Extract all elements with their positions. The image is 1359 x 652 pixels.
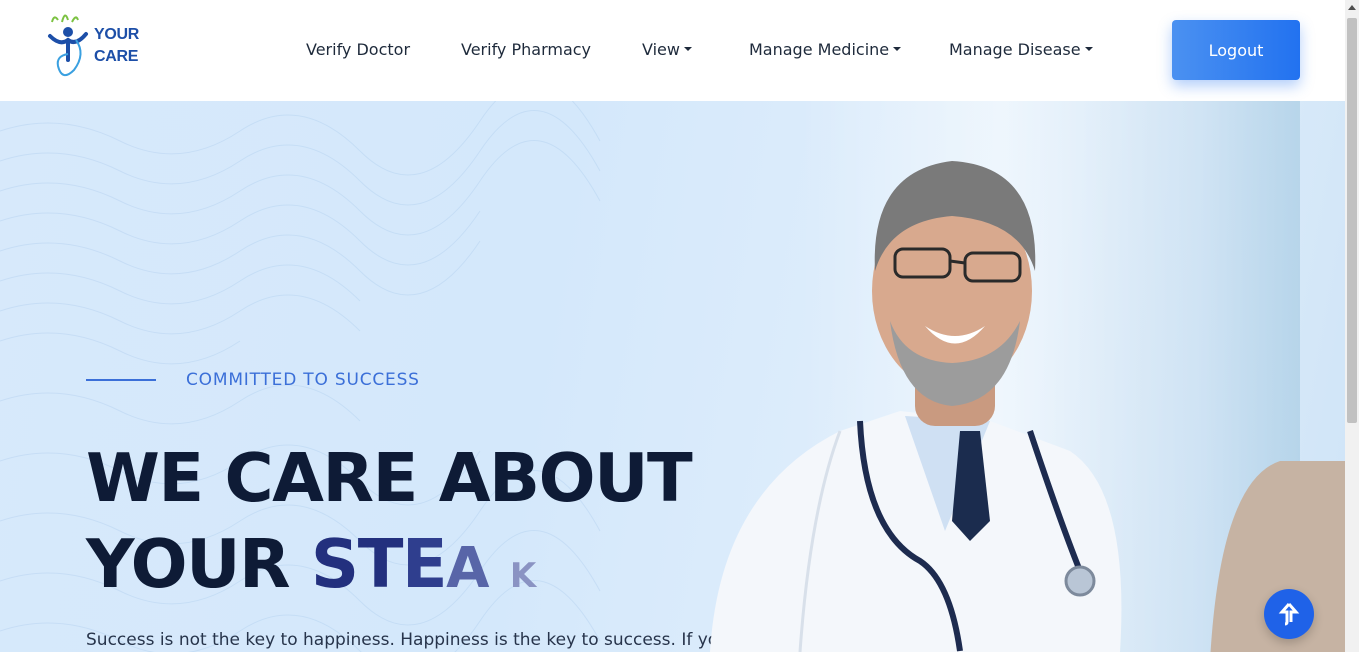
site-header: YOUR CARE Verify Doctor Verify Pharmacy … <box>0 0 1345 101</box>
nav-verify-doctor[interactable]: Verify Doctor <box>306 40 410 62</box>
nav-manage-medicine-label: Manage Medicine <box>749 40 890 59</box>
hero-headline: WE CARE ABOUT YOUR STEA K <box>86 435 693 619</box>
typed-char: T <box>357 525 404 603</box>
scroll-to-top-button[interactable] <box>1264 589 1314 639</box>
nav-view-label: View <box>642 40 680 59</box>
caret-down-icon <box>1084 46 1093 51</box>
logo-mark-icon <box>48 14 88 77</box>
logo-text-line2: CARE <box>94 48 139 65</box>
logout-button[interactable]: Logout <box>1172 20 1300 80</box>
nav-manage-disease-label: Manage Disease <box>949 40 1081 59</box>
headline-line2: YOUR STEA K <box>86 521 691 619</box>
logo-text: YOUR CARE <box>94 24 139 68</box>
scrollbar-thumb[interactable] <box>1347 18 1357 423</box>
typed-char: E <box>401 525 448 603</box>
hero-description: Success is not the key to happiness. Hap… <box>86 630 729 650</box>
typed-char: S <box>310 525 359 603</box>
typed-char: A <box>446 536 489 601</box>
hero-tagline: COMMITTED TO SUCCESS <box>186 370 420 390</box>
nav-manage-disease-dropdown[interactable]: Manage Disease <box>949 40 1093 62</box>
logo-text-line1: YOUR <box>94 26 140 43</box>
brand-logo[interactable]: YOUR CARE <box>46 10 146 82</box>
headline-line1: WE CARE ABOUT <box>86 439 693 517</box>
caret-down-icon <box>683 46 692 51</box>
hero-section: COMMITTED TO SUCCESS WE CARE ABOUT YOUR … <box>0 101 1345 652</box>
nav-verify-pharmacy[interactable]: Verify Pharmacy <box>461 40 591 62</box>
typed-text: STEA K <box>310 525 536 603</box>
caret-down-icon <box>893 46 902 51</box>
scroll-up-arrow-icon[interactable] <box>1348 5 1356 10</box>
headline-prefix: YOUR <box>86 525 291 603</box>
typed-char: K <box>509 556 536 596</box>
page-scrollbar[interactable] <box>1345 0 1359 652</box>
arrow-up-icon <box>1278 603 1300 626</box>
nav-view-dropdown[interactable]: View <box>642 40 692 62</box>
tagline-divider <box>86 379 156 381</box>
nav-verify-pharmacy-label: Verify Pharmacy <box>461 40 592 59</box>
doctor-image <box>710 161 1122 652</box>
nav-manage-medicine-dropdown[interactable]: Manage Medicine <box>749 40 902 62</box>
nav-verify-doctor-label: Verify Doctor <box>306 40 411 59</box>
